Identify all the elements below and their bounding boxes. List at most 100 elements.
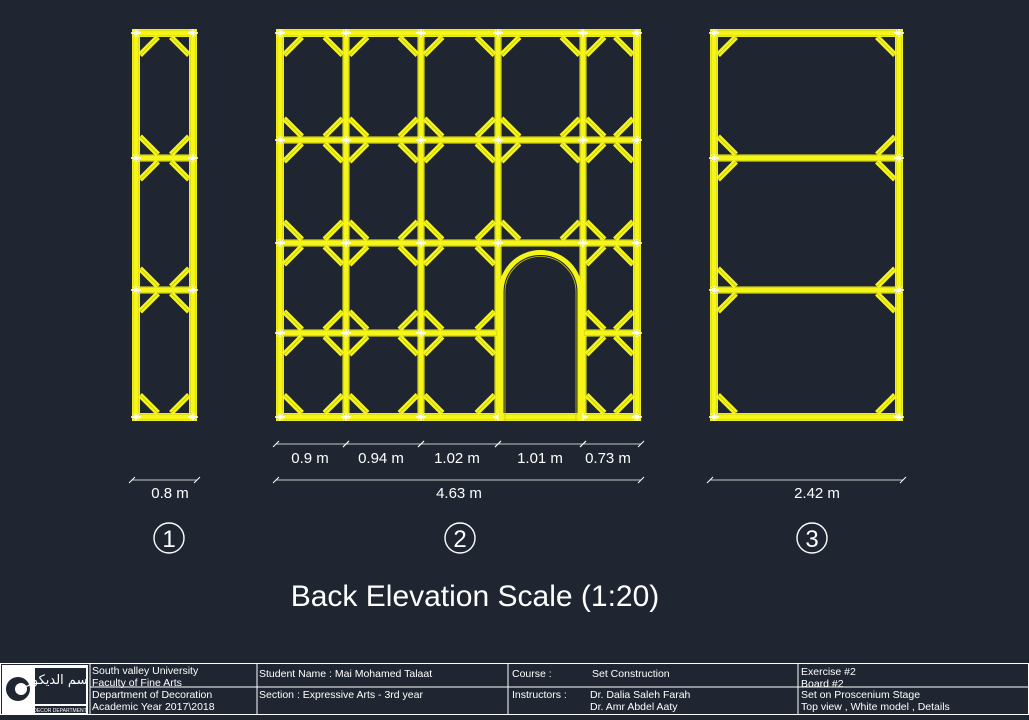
corner-brace-edge <box>561 143 580 162</box>
corner-brace-edge <box>283 336 303 355</box>
corner-brace-edge <box>586 118 605 137</box>
corner-brace-edge <box>614 36 634 56</box>
university-name: South valley University <box>92 665 199 677</box>
corner-brace-edge <box>424 246 443 265</box>
corner-brace-edge <box>717 293 737 312</box>
corner-brace-edge <box>349 36 368 56</box>
set-on-stage: Set on Proscenium Stage <box>801 689 921 701</box>
corner-brace-edge <box>139 293 159 312</box>
instructor-1: Dr. Dalia Saleh Farah <box>590 689 691 701</box>
corner-brace-edge <box>283 36 303 56</box>
corner-brace-edge <box>586 143 605 162</box>
corner-brace-edge <box>399 143 418 162</box>
corner-brace-edge <box>614 311 634 330</box>
corner-brace-edge <box>349 311 368 330</box>
corner-brace-edge <box>324 221 343 240</box>
corner-brace-edge <box>399 118 418 137</box>
academic-year: Academic Year 2017\2018 <box>92 701 215 713</box>
corner-brace-edge <box>324 311 343 330</box>
corner-brace-edge <box>501 221 520 240</box>
panel-3-total-dim: 2.42 m <box>794 485 840 502</box>
corner-brace-edge <box>324 336 343 355</box>
svg-text:3: 3 <box>805 526 818 553</box>
corner-brace-edge <box>476 118 495 137</box>
corner-brace-edge <box>424 311 443 330</box>
corner-brace-edge <box>349 246 368 265</box>
corner-brace-edge <box>399 36 418 56</box>
corner-brace-edge <box>717 136 737 155</box>
corner-brace-edge <box>614 336 634 355</box>
view-list: Top view , White model , Details <box>801 701 950 713</box>
corner-brace-edge <box>476 311 495 330</box>
corner-brace-edge <box>561 36 580 56</box>
corner-brace-edge <box>324 118 343 137</box>
corner-brace-edge <box>876 293 896 312</box>
corner-brace-edge <box>139 161 159 180</box>
corner-brace-edge <box>614 143 634 162</box>
corner-brace-edge <box>586 336 605 355</box>
corner-brace-edge <box>349 221 368 240</box>
corner-brace-edge <box>170 394 190 414</box>
corner-brace-edge <box>614 246 634 265</box>
frames-layer <box>131 29 904 421</box>
corner-brace-edge <box>476 394 495 414</box>
svg-text:DECOR DEPARTMENT: DECOR DEPARTMENT <box>33 708 86 714</box>
department-name: Department of Decoration <box>92 689 213 701</box>
corner-brace-edge <box>717 394 737 414</box>
corner-brace-edge <box>324 36 343 56</box>
corner-brace-edge <box>324 143 343 162</box>
corner-brace-edge <box>586 394 605 414</box>
corner-brace-edge <box>139 394 159 414</box>
corner-brace-edge <box>424 143 443 162</box>
corner-brace-edge <box>876 268 896 287</box>
decor-department-logo-icon: قسم الديكور DECOR DEPARTMENT <box>2 665 94 715</box>
corner-brace-edge <box>170 136 190 155</box>
corner-brace-edge <box>283 311 303 330</box>
instructors-label: Instructors : <box>512 689 567 701</box>
corner-brace-edge <box>170 268 190 287</box>
corner-brace-edge <box>614 221 634 240</box>
corner-brace-edge <box>324 394 343 414</box>
corner-brace-edge <box>561 221 580 240</box>
course-label: Course : <box>512 668 552 680</box>
corner-brace-edge <box>424 36 443 56</box>
corner-brace-edge <box>561 118 580 137</box>
corner-brace-edge <box>876 36 896 56</box>
corner-brace-edge <box>476 336 495 355</box>
corner-brace-edge <box>876 161 896 180</box>
corner-brace-edge <box>399 246 418 265</box>
corner-brace-edge <box>717 161 737 180</box>
panel-2-number: 2 <box>444 522 476 554</box>
corner-brace-edge <box>170 293 190 312</box>
corner-brace-edge <box>283 118 303 137</box>
corner-brace-edge <box>349 143 368 162</box>
corner-brace-edge <box>349 336 368 355</box>
instructor-2: Dr. Amr Abdel Aaty <box>590 701 678 713</box>
corner-brace-edge <box>476 246 495 265</box>
corner-brace-edge <box>717 36 737 56</box>
corner-brace-edge <box>170 161 190 180</box>
corner-brace-edge <box>139 268 159 287</box>
elevation-drawing: 0.9 m 0.94 m 1.02 m 1.01 m 0.73 m 0.8 m … <box>128 29 907 554</box>
drawing-title: Back Elevation Scale (1:20) <box>290 580 660 613</box>
panel-1-number: 1 <box>153 522 185 554</box>
svg-text:2: 2 <box>453 526 466 553</box>
svg-text:1: 1 <box>162 526 175 553</box>
panel-1-total-dim: 0.8 m <box>151 485 189 502</box>
corner-brace-edge <box>399 221 418 240</box>
corner-brace-edge <box>283 246 303 265</box>
corner-brace-edge <box>424 394 443 414</box>
corner-brace-edge <box>399 311 418 330</box>
corner-brace-edge <box>349 394 368 414</box>
panel-2-total-dim: 4.63 m <box>436 485 482 502</box>
corner-brace-edge <box>399 336 418 355</box>
corner-brace-edge <box>283 221 303 240</box>
corner-brace-edge <box>424 221 443 240</box>
corner-brace-edge <box>476 221 495 240</box>
corner-brace-edge <box>139 36 159 56</box>
corner-brace-edge <box>717 268 737 287</box>
panel-2-subdim-4: 1.01 m <box>517 450 563 467</box>
corner-brace-edge <box>399 394 418 414</box>
panel-2-arch-door-edge <box>504 256 577 421</box>
panel-2-subdim-2: 0.94 m <box>358 450 404 467</box>
